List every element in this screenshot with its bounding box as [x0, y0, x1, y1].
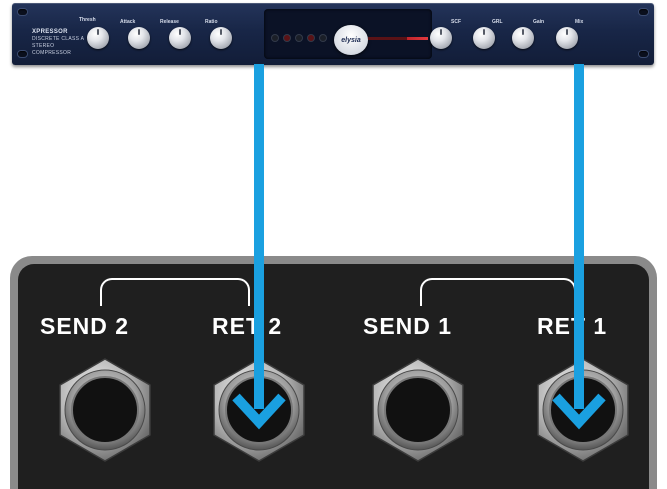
knob-label-thresh: Thresh — [79, 17, 96, 23]
knob-label-release: Release — [160, 19, 179, 25]
rack-screw-hole — [639, 9, 648, 15]
status-led — [308, 35, 314, 41]
gain-knob[interactable] — [512, 27, 534, 49]
signal-arrow-to-ret-2 — [232, 64, 286, 430]
knob-label-scf: SCF — [451, 19, 461, 25]
elysia-logo: elysia — [334, 25, 368, 55]
status-led — [284, 35, 290, 41]
threshold-knob[interactable] — [87, 27, 109, 49]
knob-label-grl: GRL — [492, 19, 503, 25]
rack-model-text: XPRESSOR DISCRETE CLASS A STEREO COMPRES… — [32, 29, 92, 57]
jack-send-1[interactable] — [363, 355, 473, 465]
model-description-line1: DISCRETE CLASS A — [32, 36, 85, 42]
knob-label-gain: Gain — [533, 19, 545, 25]
status-led — [272, 35, 278, 41]
jack-label-send-2: SEND 2 — [40, 313, 130, 339]
mix-knob[interactable] — [556, 27, 578, 49]
status-led — [296, 35, 302, 41]
status-led — [320, 35, 326, 41]
model-description-line2: STEREO COMPRESSOR — [32, 43, 72, 56]
signal-arrow-to-ret-1 — [552, 64, 606, 430]
knob-label-mix: Mix — [575, 19, 584, 25]
grl-knob[interactable] — [473, 27, 495, 49]
knob-label-ratio: Ratio — [205, 19, 218, 25]
rack-screw-hole — [18, 9, 27, 15]
ratio-knob[interactable] — [210, 27, 232, 49]
knob-label-attack: Attack — [120, 19, 136, 25]
brand-text: elysia — [341, 36, 361, 44]
model-name: XPRESSOR — [32, 29, 68, 35]
jack-label-send-1: SEND 1 — [363, 313, 453, 339]
gain-reduction-meter — [368, 37, 428, 40]
jack-pair-bracket-2 — [100, 278, 250, 306]
jack-send-2[interactable] — [50, 355, 160, 465]
release-knob[interactable] — [169, 27, 191, 49]
compressor-rack-unit: XPRESSOR DISCRETE CLASS A STEREO COMPRES… — [12, 3, 654, 65]
rack-screw-hole — [639, 51, 648, 57]
rack-screw-hole — [18, 51, 27, 57]
attack-knob[interactable] — [128, 27, 150, 49]
scf-knob[interactable] — [430, 27, 452, 49]
